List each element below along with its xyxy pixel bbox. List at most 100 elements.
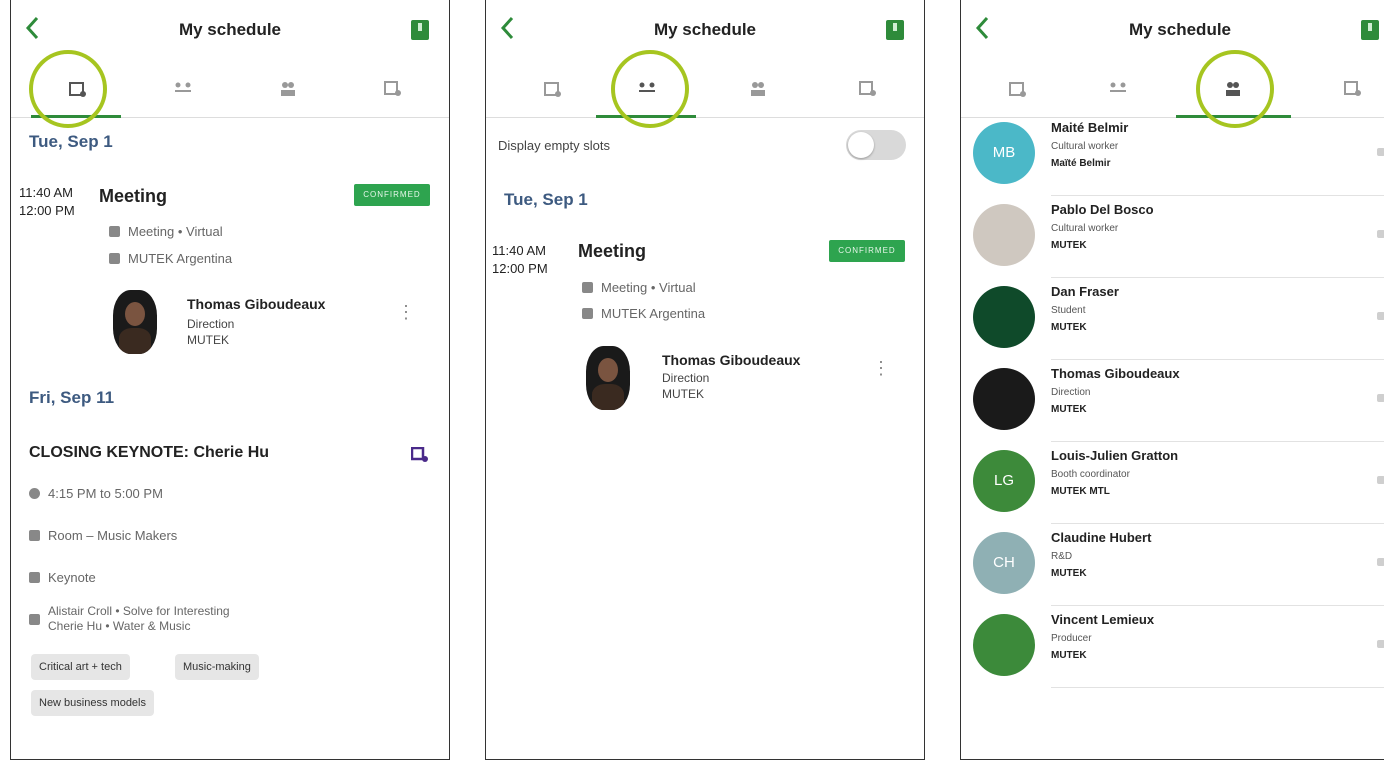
action-icon[interactable] [1377,394,1384,402]
export-icon[interactable] [1361,20,1379,40]
contact-org: MUTEK [1051,240,1087,251]
time-start: 11:40 AM [492,243,546,258]
person-name[interactable]: Thomas Giboudeaux [187,296,325,312]
contact-details: Producer MUTEK [1051,630,1092,664]
keynote-room-text: Room – Music Makers [48,528,178,543]
avatar[interactable]: LG [973,450,1035,512]
action-icon[interactable] [1377,312,1384,320]
person-org: MUTEK [662,387,704,401]
calendar-person-icon[interactable] [411,447,429,463]
contact-role: Cultural worker [1051,223,1119,234]
calendar-person-icon [384,81,401,96]
contact-details: Cultural worker MUTEK [1051,220,1118,254]
contact-name[interactable]: Dan Fraser [1051,284,1119,299]
tab-calendar[interactable] [971,62,1061,117]
person-name[interactable]: Thomas Giboudeaux [662,352,800,368]
location-pin-icon [29,530,40,541]
list-item[interactable]: LG Louis-Julien Gratton Booth coordinator M… [961,442,1384,524]
export-icon[interactable] [886,20,904,40]
avatar[interactable] [586,346,630,410]
list-item[interactable]: CH Claudine Hubert R&D MUTEK [961,524,1384,606]
tag-chip[interactable]: New business models [31,690,154,716]
calendar-person-icon [859,81,876,96]
calendar-icon [109,253,120,264]
meta-type: Meeting • Virtual [582,280,696,295]
header: My schedule [961,0,1384,60]
contact-role: Student [1051,305,1086,316]
person-org: MUTEK [187,333,229,347]
people-icon [1226,82,1240,96]
empty-slots-label: Display empty slots [498,138,610,153]
avatar[interactable]: MB [973,122,1035,184]
tab-meetings[interactable] [136,62,226,117]
date-header: Fri, Sep 11 [29,388,115,407]
action-icon[interactable] [1377,558,1384,566]
list-item[interactable]: Thomas Giboudeaux Direction MUTEK [961,360,1384,442]
header: My schedule [486,0,924,60]
export-icon[interactable] [411,20,429,40]
contact-role: Producer [1051,633,1092,644]
event-title[interactable]: Meeting [578,241,646,262]
tab-meetings[interactable] [596,62,696,118]
tab-meetings[interactable] [1071,62,1161,117]
contact-details: Cultural worker Maïté Belmir [1051,138,1118,172]
contact-name[interactable]: Pablo Del Bosco [1051,202,1154,217]
person-role: Direction [187,317,235,331]
tab-sessions[interactable] [1306,62,1384,117]
calendar-icon [582,308,593,319]
keynote-title[interactable]: CLOSING KEYNOTE: Cherie Hu [29,444,269,462]
tab-sessions[interactable] [821,62,911,117]
action-icon[interactable] [1377,476,1384,484]
avatar[interactable] [973,368,1035,430]
event-title[interactable]: Meeting [99,186,167,207]
time-range: 11:40 AM 12:00 PM [19,184,75,220]
contact-name[interactable]: Thomas Giboudeaux [1051,366,1180,381]
empty-slots-toggle[interactable] [846,130,906,160]
contact-details: Direction MUTEK [1051,384,1090,418]
contact-name[interactable]: Claudine Hubert [1051,530,1151,545]
tab-contacts[interactable] [241,62,331,117]
avatar[interactable] [113,290,157,354]
keynote-type: Keynote [29,570,96,585]
divider [1051,687,1384,688]
list-item[interactable]: MB Maité Belmir Cultural worker Maïté Belmi… [961,114,1384,196]
more-options-icon[interactable]: ⋮ [397,303,415,332]
tab-sessions[interactable] [346,62,436,117]
calendar-check-icon [69,82,86,97]
action-icon[interactable] [1377,640,1384,648]
speaker-line: Alistair Croll • Solve for Interesting [48,604,230,618]
tag-chip[interactable]: Critical art + tech [31,654,130,680]
meta-type-text: Meeting • Virtual [601,280,696,295]
time-start: 11:40 AM [19,185,73,200]
avatar[interactable] [973,286,1035,348]
contact-name[interactable]: Vincent Lemieux [1051,612,1154,627]
tab-calendar[interactable] [31,62,121,118]
more-options-icon[interactable]: ⋮ [872,359,890,388]
contact-org: Maïté Belmir [1051,158,1111,169]
tag-chip[interactable]: Music-making [175,654,259,680]
person-details: Direction MUTEK [662,370,709,402]
avatar[interactable] [973,204,1035,266]
phone-screen-meetings: My schedule Display empty slots Tue, Sep… [485,0,925,760]
contact-name[interactable]: Maité Belmir [1051,120,1128,135]
list-item[interactable]: Pablo Del Bosco Cultural worker MUTEK [961,196,1384,278]
avatar[interactable]: CH [973,532,1035,594]
calendar-person-icon [1344,81,1361,96]
tab-bar [486,62,924,118]
tab-contacts[interactable] [711,62,801,117]
list-item[interactable]: Dan Fraser Student MUTEK [961,278,1384,360]
tab-calendar[interactable] [506,62,596,117]
tab-contacts[interactable] [1176,62,1291,118]
meta-event-text: MUTEK Argentina [128,251,233,266]
date-header: Tue, Sep 1 [29,132,113,151]
action-icon[interactable] [1377,230,1384,238]
meta-type: Meeting • Virtual [109,224,223,239]
action-icon[interactable] [1377,148,1384,156]
page-title: My schedule [178,20,282,39]
contact-name[interactable]: Louis-Julien Gratton [1051,448,1178,463]
contact-role: R&D [1051,551,1073,562]
avatar[interactable] [973,614,1035,676]
list-item[interactable]: Vincent Lemieux Producer MUTEK [961,606,1384,688]
contact-role: Direction [1051,387,1091,398]
keynote-type-text: Keynote [48,570,96,585]
